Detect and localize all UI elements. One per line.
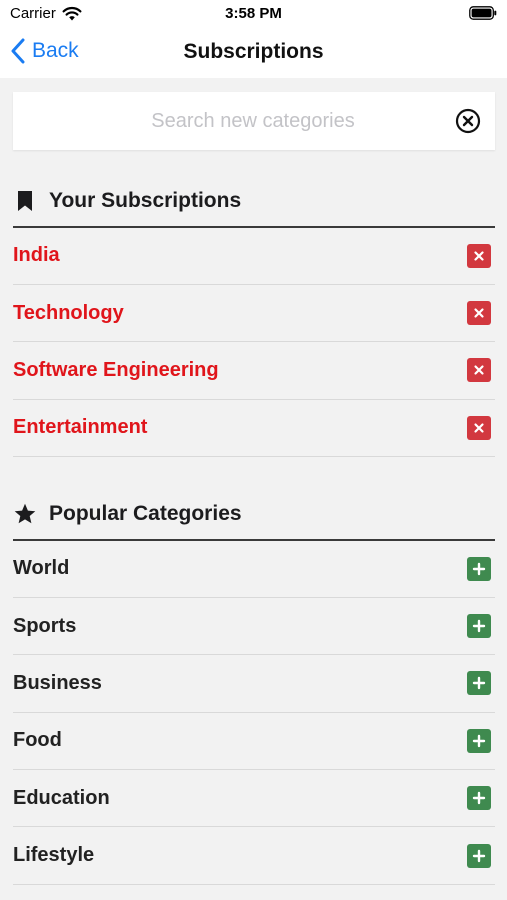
category-label: World	[13, 557, 70, 580]
list-item[interactable]: Business	[13, 655, 495, 713]
category-label: Entertainment	[13, 416, 148, 439]
popular-categories-title: Popular Categories	[49, 502, 242, 525]
remove-subscription-button[interactable]	[467, 358, 491, 383]
page-title: Subscriptions	[183, 40, 324, 63]
close-icon	[474, 365, 484, 376]
plus-icon	[472, 677, 486, 690]
search-input[interactable]	[13, 92, 443, 150]
remove-subscription-button[interactable]	[467, 243, 491, 268]
close-icon	[474, 308, 484, 318]
list-item[interactable]: Education	[13, 770, 495, 828]
plus-icon	[472, 619, 486, 633]
remove-subscription-button[interactable]	[467, 415, 491, 440]
category-label: Software Engineering	[13, 358, 219, 381]
plus-icon	[472, 849, 486, 862]
category-label: Food	[13, 729, 62, 752]
your-subscriptions-title: Your Subscriptions	[49, 189, 242, 212]
list-item[interactable]: Entertainment	[13, 400, 495, 458]
list-item[interactable]: Sports	[13, 598, 495, 656]
category-label: India	[13, 244, 60, 267]
status-time: 3:58 PM	[225, 5, 282, 22]
popular-categories-header: Popular Categories	[13, 494, 495, 534]
list-item[interactable]: Lifestyle	[13, 827, 495, 885]
plus-icon	[472, 734, 486, 748]
category-label: Business	[13, 671, 102, 694]
category-label: Lifestyle	[13, 844, 95, 867]
status-bar: Carrier 3:58 PM	[0, 0, 507, 28]
close-icon	[474, 251, 484, 261]
clear-search-icon[interactable]	[455, 108, 481, 134]
category-label: Education	[13, 786, 110, 809]
search-bar	[13, 92, 495, 150]
top-bar: Carrier 3:58 PM Back Subscriptions	[0, 0, 507, 78]
add-category-button[interactable]	[467, 556, 491, 581]
plus-icon	[472, 792, 486, 805]
list-item[interactable]: Food	[13, 713, 495, 771]
remove-subscription-button[interactable]	[467, 301, 491, 326]
list-item[interactable]: India	[13, 228, 495, 285]
add-category-button[interactable]	[467, 728, 491, 753]
category-label: Sports	[13, 614, 77, 637]
popular-categories-list: World Sports Business Food Education Lifestyl…	[13, 541, 495, 885]
add-category-button[interactable]	[467, 786, 491, 811]
battery-icon	[469, 6, 497, 20]
plus-icon	[472, 562, 486, 575]
close-icon	[474, 423, 484, 433]
list-item[interactable]: Technology	[13, 285, 495, 343]
category-label: Technology	[13, 301, 124, 324]
add-category-button[interactable]	[467, 843, 491, 868]
star-icon	[14, 503, 36, 524]
list-item[interactable]: Software Engineering	[13, 342, 495, 400]
bookmark-icon	[18, 191, 32, 211]
add-category-button[interactable]	[467, 614, 491, 639]
subscriptions-list: India Technology Software Engineering Enter…	[13, 228, 495, 458]
add-category-button[interactable]	[467, 671, 491, 696]
navigation-bar: Back Subscriptions	[0, 30, 507, 76]
list-item[interactable]: World	[13, 541, 495, 598]
your-subscriptions-header: Your Subscriptions	[13, 181, 495, 221]
